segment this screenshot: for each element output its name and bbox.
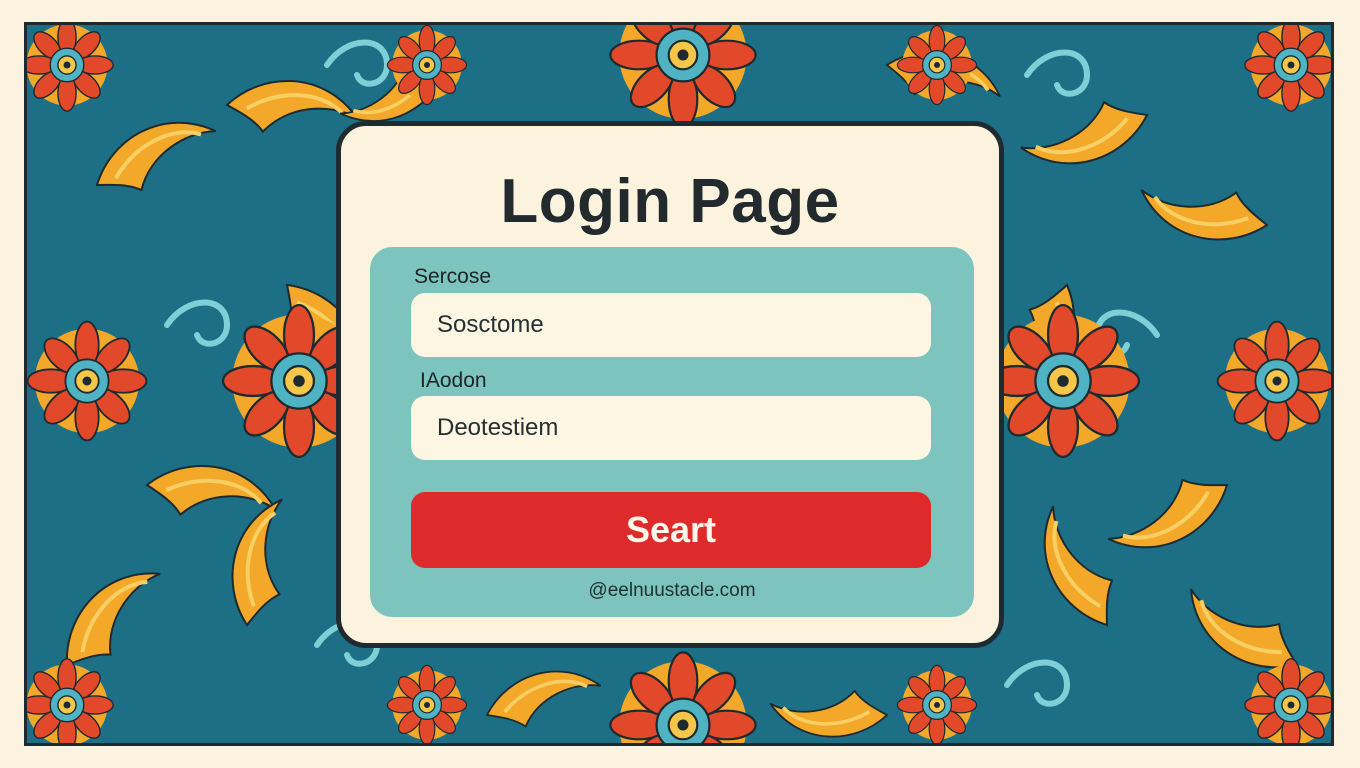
footer-email-link[interactable]: @eelnuustacle.com bbox=[370, 580, 974, 602]
page-title: Login Page bbox=[500, 167, 840, 236]
username-field[interactable]: Sosctome bbox=[411, 293, 931, 357]
password-field[interactable]: Deotestiem bbox=[411, 396, 931, 460]
submit-button[interactable]: Seart bbox=[411, 492, 931, 568]
field2-label: IAodon bbox=[420, 369, 487, 392]
username-field-value: Sosctome bbox=[437, 311, 544, 338]
password-field-value: Deotestiem bbox=[437, 414, 559, 441]
login-form-panel: Sercose Sosctome IAodon Deotestiem Seart… bbox=[370, 247, 974, 617]
field1-label: Sercose bbox=[414, 265, 492, 288]
login-card: Login Page Sercose Sosctome IAodon Deote… bbox=[336, 121, 1004, 648]
